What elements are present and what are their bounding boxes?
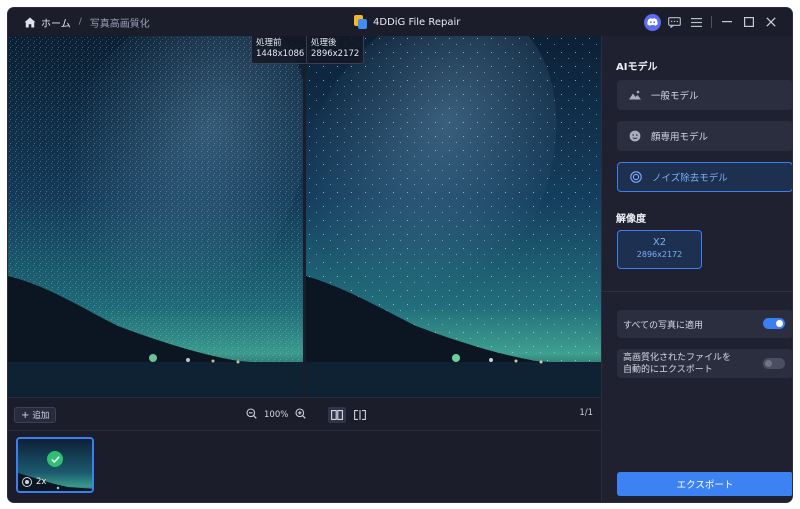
resolution-scale: X2 — [652, 237, 667, 248]
export-button[interactable]: エクスポート — [617, 472, 792, 496]
zoom-out-button[interactable] — [246, 408, 257, 422]
apply-all-label: すべての写真に適用 — [623, 320, 704, 331]
chat-icon — [667, 16, 681, 28]
before-label: 処理前 — [256, 38, 282, 48]
title-bar: ホーム / 写真高画質化 4DDiG File Repair — [8, 8, 792, 36]
before-tag: 処理前 1448x1086 — [251, 36, 310, 64]
add-button[interactable]: + 追加 — [14, 407, 57, 423]
auto-export-label-line2: 自動的にエクスポート — [623, 364, 713, 375]
window-controls — [641, 8, 782, 36]
zoom-control: 100% — [246, 407, 307, 423]
maximize-icon — [744, 17, 754, 27]
close-button[interactable] — [760, 11, 782, 33]
zoom-in-button[interactable] — [295, 408, 307, 422]
preview-toolbar: + 追加 100% 1/1 — [8, 397, 601, 431]
model-face-button[interactable]: 顔専用モデル — [617, 121, 792, 151]
split-view-button[interactable] — [351, 407, 369, 423]
after-label: 処理後 — [311, 38, 337, 48]
app-logo-icon — [354, 15, 367, 29]
breadcrumb-home[interactable]: ホーム — [41, 15, 71, 30]
resolution-x2-button[interactable]: X2 2896x2172 — [617, 230, 702, 269]
after-tag: 処理後 2896x2172 — [306, 36, 365, 64]
before-size: 1448x1086 — [256, 49, 305, 59]
page-counter: 1/1 — [579, 408, 593, 418]
thumbnail-scale-badge: 2x — [22, 477, 46, 487]
zoom-in-icon — [295, 408, 307, 419]
processed-check-icon — [47, 451, 63, 467]
app-window: ホーム / 写真高画質化 4DDiG File Repair 処理前 1448x… — [8, 8, 792, 502]
thumbnail-scale: 2x — [36, 477, 47, 487]
plus-icon: + — [21, 409, 30, 421]
auto-export-label-line1: 高画質化されたファイルを — [623, 352, 732, 363]
model-denoise-button[interactable]: ノイズ除去モデル — [617, 162, 792, 192]
resolution-title: 解像度 — [616, 214, 646, 225]
image-preview[interactable]: 処理前 1448x1086 処理後 2896x2172 — [8, 36, 601, 397]
thumbnail-item[interactable]: 2x — [16, 437, 94, 493]
controls-divider — [711, 16, 712, 28]
apply-all-toggle[interactable] — [763, 318, 785, 329]
split-view-icon — [354, 410, 366, 420]
auto-export-toggle[interactable] — [763, 358, 785, 369]
minimize-button[interactable] — [716, 11, 738, 33]
menu-button[interactable] — [685, 11, 707, 33]
ai-model-title: AIモデル — [616, 62, 658, 73]
apply-all-option: すべての写真に適用 — [617, 310, 792, 338]
close-icon — [766, 17, 776, 27]
resolution-size: 2896x2172 — [636, 250, 683, 259]
discord-icon — [643, 13, 661, 31]
landscape-icon — [629, 89, 641, 101]
settings-sidebar: AIモデル 一般モデル 顔専用モデル ノイズ除去モデル 解像度 X2 2896x… — [601, 36, 792, 502]
app-title: 4DDiG File Repair — [354, 8, 460, 36]
home-icon[interactable] — [24, 17, 36, 28]
maximize-button[interactable] — [738, 11, 760, 33]
hamburger-icon — [690, 17, 702, 27]
zoom-out-icon — [246, 408, 257, 419]
model-general-button[interactable]: 一般モデル — [617, 80, 792, 110]
discord-button[interactable] — [641, 11, 663, 33]
breadcrumb-separator: / — [78, 17, 82, 27]
add-button-label: 追加 — [32, 411, 50, 421]
auto-export-option: 高画質化されたファイルを 自動的にエクスポート — [617, 349, 792, 378]
before-image — [8, 36, 303, 397]
model-face-label: 顔専用モデル — [651, 132, 709, 143]
thumbnail-strip: 2x — [8, 431, 601, 502]
zoom-level: 100% — [264, 410, 289, 420]
after-image — [306, 36, 601, 397]
target-icon — [630, 171, 642, 183]
model-general-label: 一般モデル — [651, 91, 699, 102]
model-denoise-label: ノイズ除去モデル — [652, 173, 728, 184]
minimize-icon — [722, 21, 732, 23]
sidebar-divider — [602, 291, 792, 292]
breadcrumb: ホーム / 写真高画質化 — [8, 8, 150, 36]
app-name: 4DDiG File Repair — [373, 16, 461, 28]
view-mode-toggle — [328, 406, 374, 424]
face-icon — [629, 130, 641, 142]
side-by-side-icon — [331, 410, 343, 420]
scale-icon — [22, 477, 32, 487]
breadcrumb-current: 写真高画質化 — [89, 18, 150, 30]
side-by-side-view-button[interactable] — [328, 407, 346, 423]
feedback-button[interactable] — [663, 11, 685, 33]
after-size: 2896x2172 — [311, 49, 360, 59]
